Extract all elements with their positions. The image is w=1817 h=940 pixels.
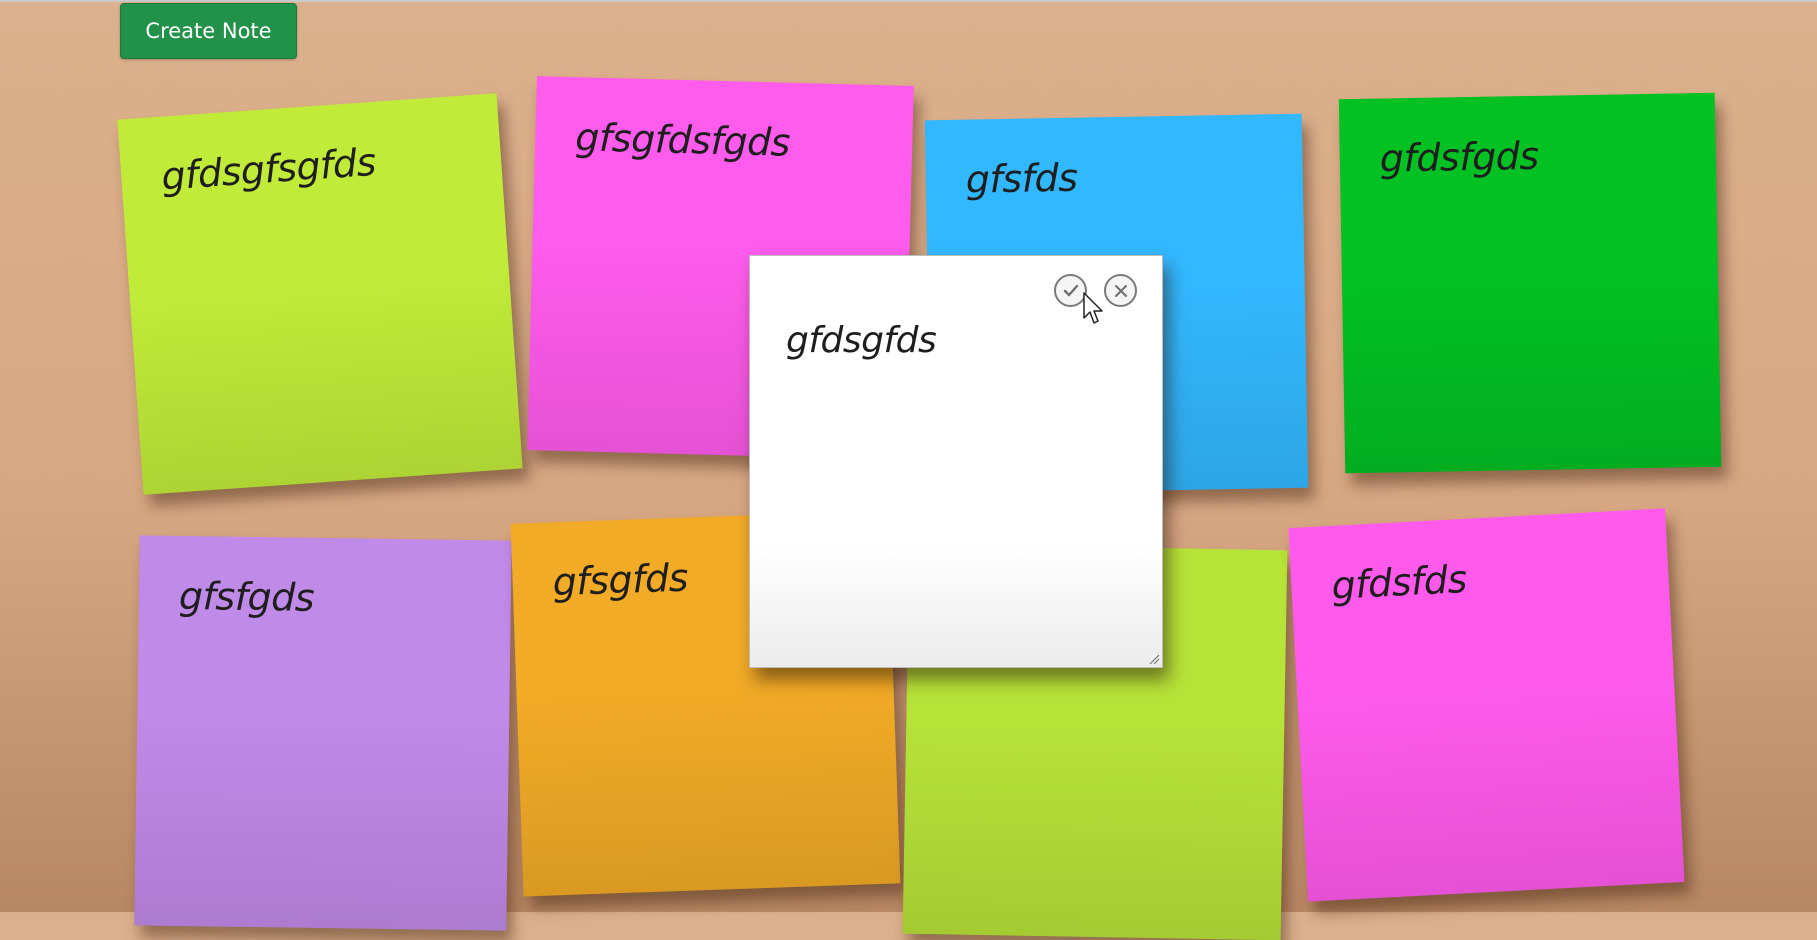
mouse-cursor-icon xyxy=(1083,292,1103,324)
cancel-button[interactable] xyxy=(1104,274,1137,307)
note-text: gfsgfds xyxy=(551,555,689,605)
resize-handle-icon[interactable] xyxy=(1148,653,1160,665)
note-text: gfdsfgds xyxy=(1379,133,1540,181)
note-text: gfdsfds xyxy=(1330,556,1468,608)
close-circle-icon xyxy=(1114,284,1127,297)
check-circle-icon xyxy=(1063,284,1078,296)
sticky-note[interactable]: gfsfgds xyxy=(134,535,512,931)
sticky-note[interactable]: gfdsfds xyxy=(1288,508,1685,902)
create-note-button[interactable]: Create Note xyxy=(120,3,297,59)
sticky-note[interactable]: gfdsgfsgfds xyxy=(117,93,523,495)
note-text: gfsfds xyxy=(965,155,1078,202)
note-text: gfsgfdsfgds xyxy=(574,115,791,165)
note-text: gfdsgfsgfds xyxy=(159,139,378,199)
top-border xyxy=(0,0,1817,2)
sticky-note[interactable]: gfdsfgds xyxy=(1338,92,1722,474)
note-text: gfsfgds xyxy=(178,573,315,620)
editor-text[interactable]: gfdsgfds xyxy=(786,320,937,361)
